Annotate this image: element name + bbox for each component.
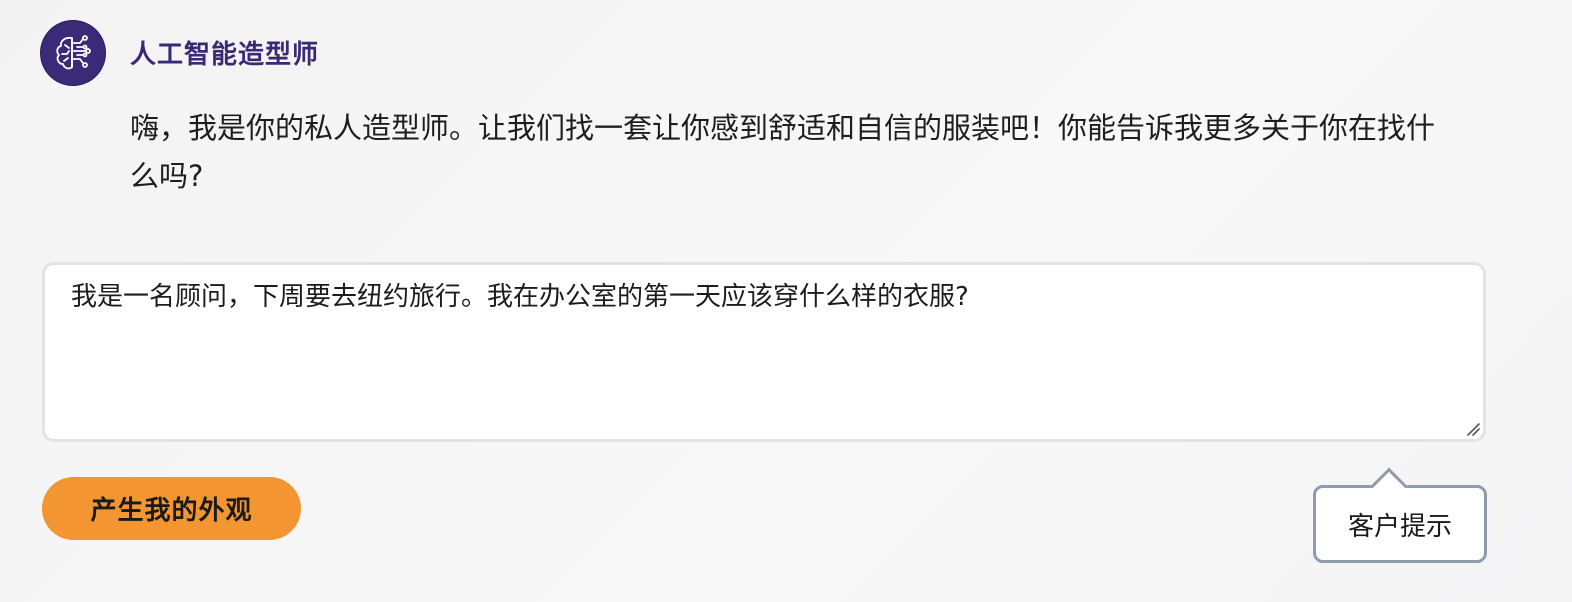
assistant-message: 嗨，我是你的私人造型师。让我们找一套让你感到舒适和自信的服装吧！你能告诉我更多关… <box>130 111 1436 193</box>
resize-handle-icon[interactable] <box>1466 422 1480 436</box>
prompt-text: 我是一名顾问，下周要去纽约旅行。我在办公室的第一天应该穿什么样的衣服? <box>71 282 969 312</box>
customer-tip-label: 客户提示 <box>1347 511 1452 542</box>
popover-arrow <box>1370 467 1408 505</box>
assistant-name: 人工智能造型师 <box>130 40 320 70</box>
customer-tip-popover[interactable]: 客户提示 <box>1313 467 1487 563</box>
generate-look-button[interactable]: 产生我的外观 <box>42 477 301 540</box>
prompt-textarea[interactable]: 我是一名顾问，下周要去纽约旅行。我在办公室的第一天应该穿什么样的衣服? <box>42 262 1486 442</box>
ai-brain-circuit-icon <box>56 35 91 70</box>
assistant-avatar <box>41 21 105 85</box>
